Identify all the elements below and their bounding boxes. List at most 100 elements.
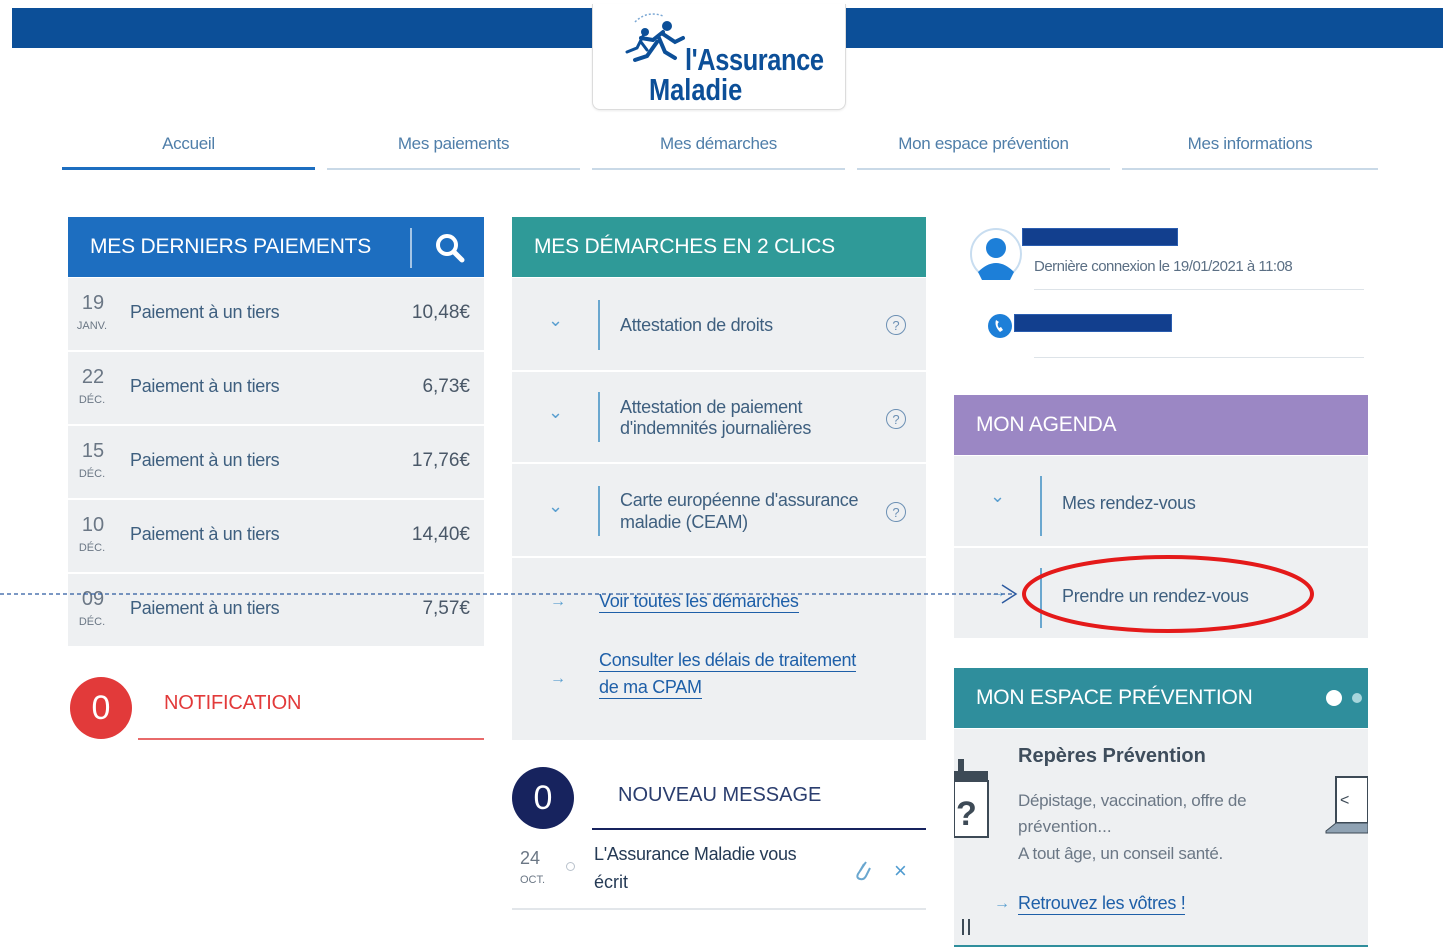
- help-icon[interactable]: ?: [886, 409, 906, 429]
- payment-label: Paiement à un tiers: [130, 376, 280, 396]
- close-icon[interactable]: ×: [894, 858, 907, 884]
- paperclip-icon: [856, 861, 871, 881]
- item-separator: [598, 300, 600, 350]
- agenda-item-mes-rendez-vous[interactable]: ⌄ Mes rendez-vous: [954, 456, 1368, 548]
- pause-icon[interactable]: [962, 919, 970, 935]
- avatar[interactable]: [970, 228, 1022, 284]
- prevention-title: MON ESPACE PRÉVENTION: [976, 686, 1253, 709]
- tab-mes-paiements[interactable]: Mes paiements: [327, 128, 580, 170]
- notification-count: 0: [91, 689, 111, 727]
- chevron-down-icon[interactable]: ⌄: [548, 496, 563, 517]
- message-count: 0: [533, 779, 553, 817]
- demarche-label: Attestation de droits: [620, 315, 773, 335]
- message-day: 24: [520, 848, 541, 868]
- svg-text:<: <: [1340, 792, 1349, 809]
- demarche-label-line2: d'indemnités journalières: [620, 418, 812, 438]
- redacted-username: [1022, 228, 1178, 246]
- unread-dot-icon: [566, 862, 575, 871]
- payment-day: 22: [81, 366, 105, 388]
- payment-row[interactable]: 15 DÉC. Paiement à un tiers 17,76€: [68, 426, 484, 500]
- payment-amount: 14,40€: [411, 524, 470, 545]
- payment-month: DÉC.: [78, 394, 106, 406]
- carousel-dot[interactable]: [1352, 693, 1362, 703]
- demarche-label-line1: Carte européenne d'assurance: [620, 490, 859, 510]
- arrow-right-icon: →: [550, 670, 566, 687]
- payment-day: 19: [81, 292, 105, 314]
- phone-underline: [1034, 357, 1364, 358]
- prevention-header: MON ESPACE PRÉVENTION: [954, 668, 1368, 728]
- payment-month: DÉC.: [78, 542, 106, 554]
- phone-icon: [988, 314, 1012, 338]
- payment-row[interactable]: 19 JANV. Paiement à un tiers 10,48€: [68, 278, 484, 352]
- payment-amount: 6,73€: [422, 376, 470, 397]
- laptop-icon: <: [1325, 776, 1368, 834]
- help-icon[interactable]: ?: [886, 502, 906, 522]
- agenda-item-prendre-rendez-vous[interactable]: → Prendre un rendez-vous: [954, 548, 1368, 640]
- notification-text: NOTIFICATION: [164, 692, 302, 714]
- carousel-dot-active[interactable]: [1326, 690, 1342, 706]
- demarche-label-line1: Attestation de paiement: [620, 397, 803, 417]
- payment-row[interactable]: 22 DÉC. Paiement à un tiers 6,73€: [68, 352, 484, 426]
- agenda-header: MON AGENDA: [954, 395, 1368, 455]
- brand-logo[interactable]: l'Assurance Maladie: [592, 4, 846, 110]
- logo-line2: Maladie: [649, 72, 743, 107]
- message-text-line1: L'Assurance Maladie vous: [594, 844, 797, 864]
- payment-day: 15: [81, 440, 105, 462]
- payment-day: 10: [81, 514, 105, 536]
- message-item[interactable]: 24 OCT. L'Assurance Maladie vous écrit ×: [512, 832, 926, 910]
- prevention-card-title: Repères Prévention: [1018, 745, 1206, 767]
- payment-label: Paiement à un tiers: [130, 598, 280, 618]
- message-title-text: NOUVEAU MESSAGE: [618, 784, 822, 806]
- payment-month: DÉC.: [78, 616, 106, 628]
- svg-text:?: ?: [956, 795, 977, 833]
- payment-label: Paiement à un tiers: [130, 450, 280, 470]
- tab-mes-informations[interactable]: Mes informations: [1122, 128, 1378, 170]
- payment-label: Paiement à un tiers: [130, 524, 280, 544]
- calendar-question-icon: ?: [954, 759, 989, 838]
- demarches-links-area: → Voir toutes les démarches → Consulter …: [512, 558, 926, 740]
- chevron-down-icon[interactable]: ⌄: [990, 486, 1005, 507]
- payment-amount: 17,76€: [411, 450, 470, 471]
- payments-header: MES DERNIERS PAIEMENTS: [68, 217, 484, 277]
- item-separator: [1040, 568, 1042, 628]
- message-title[interactable]: NOUVEAU MESSAGE: [592, 784, 926, 830]
- notification-badge[interactable]: 0: [70, 677, 132, 739]
- redacted-phone: [1014, 314, 1172, 332]
- header-bar-right: [846, 8, 1443, 48]
- payment-month: DÉC.: [78, 468, 106, 480]
- agenda-label: Mes rendez-vous: [1062, 493, 1196, 513]
- help-icon[interactable]: ?: [886, 315, 906, 335]
- payment-day: 09: [81, 588, 105, 610]
- demarche-item-ceam[interactable]: ⌄ Carte européenne d'assurance maladie (…: [512, 464, 926, 558]
- link-delais-traitement-line2[interactable]: de ma CPAM: [599, 677, 702, 699]
- tab-accueil[interactable]: Accueil: [62, 128, 315, 170]
- prevention-desc-line3: A tout âge, un conseil santé.: [1018, 844, 1223, 863]
- search-icon[interactable]: [432, 230, 468, 266]
- arrow-right-icon: →: [990, 584, 1006, 601]
- tab-espace-prevention[interactable]: Mon espace prévention: [857, 128, 1110, 170]
- arrow-right-icon: →: [994, 895, 1010, 912]
- last-login: Dernière connexion le 19/01/2021 à 11:08: [1034, 258, 1364, 290]
- notification-label[interactable]: NOTIFICATION: [138, 692, 484, 740]
- message-badge[interactable]: 0: [512, 767, 574, 829]
- link-retrouvez-les-votres[interactable]: Retrouvez les vôtres !: [1018, 893, 1186, 915]
- demarche-label-line2: maladie (CEAM): [620, 512, 748, 532]
- demarche-item-attestation-droits[interactable]: ⌄ Attestation de droits ?: [512, 278, 926, 372]
- item-separator: [598, 486, 600, 536]
- payment-month: JANV.: [76, 320, 108, 332]
- demarches-title: MES DÉMARCHES EN 2 CLICS: [534, 235, 835, 258]
- payment-row[interactable]: 09 DÉC. Paiement à un tiers 7,57€: [68, 574, 484, 648]
- link-delais-traitement-line1[interactable]: Consulter les délais de traitement: [599, 650, 856, 672]
- chevron-down-icon[interactable]: ⌄: [548, 402, 563, 423]
- payment-amount: 7,57€: [422, 598, 470, 619]
- agenda-label: Prendre un rendez-vous: [1062, 586, 1249, 606]
- arrow-right-icon: →: [550, 593, 566, 610]
- demarche-item-attestation-ij[interactable]: ⌄ Attestation de paiement d'indemnités j…: [512, 372, 926, 464]
- payment-row[interactable]: 10 DÉC. Paiement à un tiers 14,40€: [68, 500, 484, 574]
- logo-runner-icon: [625, 13, 685, 62]
- prevention-desc-line1: Dépistage, vaccination, offre de: [1018, 791, 1247, 810]
- link-voir-toutes-demarches[interactable]: Voir toutes les démarches: [599, 591, 799, 613]
- chevron-down-icon[interactable]: ⌄: [548, 310, 563, 331]
- tab-mes-demarches[interactable]: Mes démarches: [592, 128, 845, 170]
- demarches-header: MES DÉMARCHES EN 2 CLICS: [512, 217, 926, 277]
